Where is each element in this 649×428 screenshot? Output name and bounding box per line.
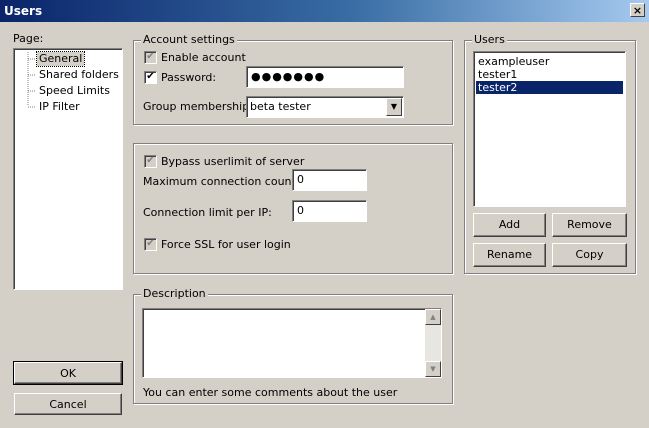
window-title: Users xyxy=(4,4,43,18)
add-user-button[interactable]: Add xyxy=(473,213,546,237)
password-field[interactable]: ●●●●●●● xyxy=(246,66,404,88)
page-tree[interactable]: General Shared folders Speed Limits IP F… xyxy=(13,48,123,290)
per-ip-limit-input[interactable]: 0 xyxy=(292,200,367,222)
account-settings-legend: Account settings xyxy=(141,33,237,47)
rename-user-button[interactable]: Rename xyxy=(473,243,546,267)
users-legend: Users xyxy=(472,33,507,47)
ok-button[interactable]: OK xyxy=(13,361,123,385)
max-connection-value: 0 xyxy=(297,173,304,186)
remove-user-button[interactable]: Remove xyxy=(552,213,627,237)
tree-item-general[interactable]: General xyxy=(35,51,86,67)
description-hint: You can enter some comments about the us… xyxy=(143,386,398,399)
check-icon: ✔ xyxy=(146,155,155,166)
enable-account-checkbox[interactable]: ✔ xyxy=(144,51,157,64)
force-ssl-label: Force SSL for user login xyxy=(161,238,291,251)
bypass-userlimit-checkbox[interactable]: ✔ xyxy=(144,155,157,168)
password-value: ●●●●●●● xyxy=(251,70,326,83)
scroll-up-icon[interactable]: ▲ xyxy=(425,309,441,325)
bypass-userlimit-label: Bypass userlimit of server xyxy=(161,155,305,168)
close-icon: × xyxy=(632,4,643,17)
cancel-button[interactable]: Cancel xyxy=(14,393,122,415)
check-icon: ✔ xyxy=(146,71,155,82)
check-icon: ✔ xyxy=(146,238,155,249)
title-bar: Users × xyxy=(0,0,649,22)
per-ip-limit-value: 0 xyxy=(297,204,304,217)
users-list[interactable]: exampleuser tester1 tester2 xyxy=(473,51,626,207)
scroll-down-icon[interactable]: ▼ xyxy=(425,361,441,377)
tree-item-shared-folders[interactable]: Shared folders xyxy=(39,68,119,82)
per-ip-limit-label: Connection limit per IP: xyxy=(143,206,272,219)
group-membership-label: Group membership: xyxy=(143,100,253,113)
description-textarea[interactable]: ▲ ▼ xyxy=(142,308,442,378)
check-icon: ✔ xyxy=(146,51,155,62)
description-legend: Description xyxy=(141,287,208,301)
close-button[interactable]: × xyxy=(630,3,645,17)
group-membership-select[interactable]: beta tester ▼ xyxy=(246,96,404,118)
user-item-exampleuser[interactable]: exampleuser xyxy=(476,55,623,68)
max-connection-label: Maximum connection count: xyxy=(143,175,300,188)
user-item-tester1[interactable]: tester1 xyxy=(476,68,623,81)
user-item-tester2[interactable]: tester2 xyxy=(476,81,623,94)
force-ssl-checkbox[interactable]: ✔ xyxy=(144,238,157,251)
tree-item-ip-filter[interactable]: IP Filter xyxy=(39,100,80,114)
enable-account-label: Enable account xyxy=(161,51,246,64)
copy-user-button[interactable]: Copy xyxy=(552,243,627,267)
chevron-down-icon[interactable]: ▼ xyxy=(386,98,402,116)
group-membership-value: beta tester xyxy=(250,100,311,113)
description-scrollbar[interactable]: ▲ ▼ xyxy=(425,309,441,377)
password-label: Password: xyxy=(161,71,217,84)
page-label: Page: xyxy=(13,32,44,45)
password-checkbox[interactable]: ✔ xyxy=(144,71,157,84)
max-connection-input[interactable]: 0 xyxy=(292,169,367,191)
tree-item-speed-limits[interactable]: Speed Limits xyxy=(39,84,110,98)
